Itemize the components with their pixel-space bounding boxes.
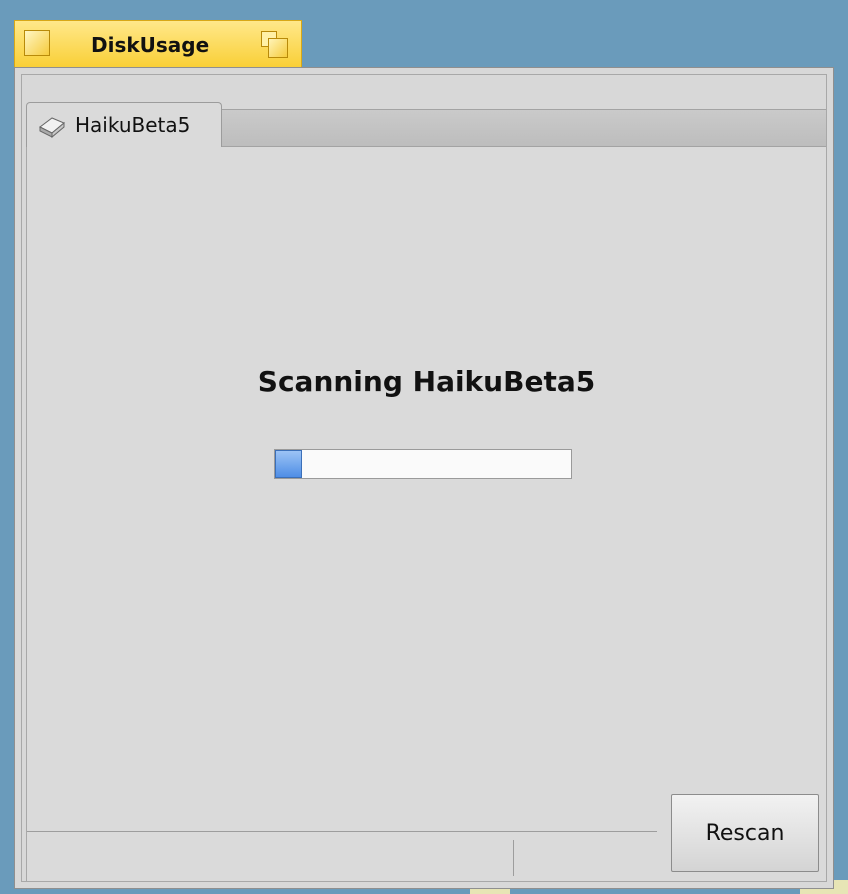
rescan-button[interactable]: Rescan (671, 794, 819, 872)
tab-haikubeta5[interactable]: HaikuBeta5 (26, 102, 222, 148)
scan-progress-bar (274, 449, 572, 479)
disk-usage-window: HaikuBeta5 Scanning HaikuBeta5 Rescan (14, 67, 834, 889)
window-content: HaikuBeta5 Scanning HaikuBeta5 Rescan (21, 74, 827, 882)
progress-bar-fill (275, 450, 302, 478)
zoom-window-icon[interactable] (259, 29, 291, 61)
disk-volume-icon (39, 117, 65, 139)
scan-status-message: Scanning HaikuBeta5 (257, 365, 596, 398)
close-window-icon[interactable] (24, 30, 50, 56)
tab-label: HaikuBeta5 (75, 113, 191, 137)
tab-panel: Scanning HaikuBeta5 Rescan (26, 147, 826, 881)
status-bar-separator (27, 831, 657, 832)
status-bar-divider (513, 840, 514, 876)
window-title-tab[interactable]: DiskUsage (14, 20, 302, 68)
window-title: DiskUsage (91, 33, 210, 57)
